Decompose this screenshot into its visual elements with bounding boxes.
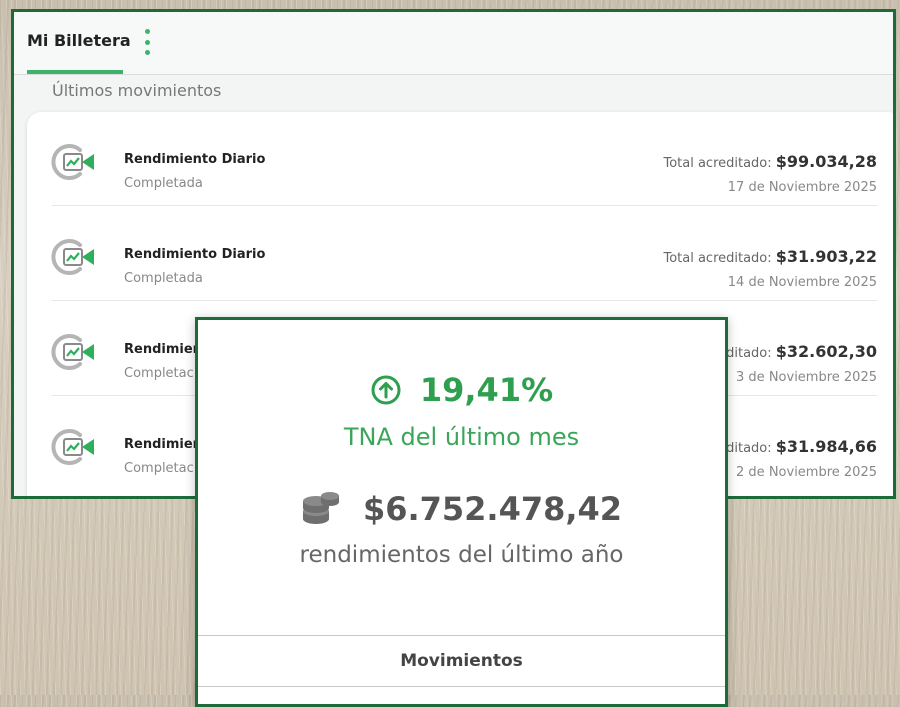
- yield-chart-icon: [51, 334, 94, 370]
- amount-value: $99.034,28: [775, 152, 877, 171]
- movement-name: Rendimien: [124, 342, 202, 357]
- yield-chart-icon: [51, 239, 94, 275]
- movement-name: Rendimien: [124, 437, 202, 452]
- movement-name: Rendimiento Diario: [124, 247, 266, 262]
- amount-label: Total acreditado:: [663, 251, 776, 266]
- yield-amount-row: $6.752.478,42: [198, 488, 725, 530]
- amount-value: $31.903,22: [775, 247, 877, 266]
- yield-chart-icon: [51, 144, 94, 180]
- yield-chart-icon: [51, 429, 94, 465]
- more-options-icon[interactable]: [142, 29, 152, 55]
- tab-mi-billetera[interactable]: Mi Billetera: [27, 31, 131, 50]
- coins-stack-icon: [302, 492, 339, 524]
- amount-label: ditado:: [726, 441, 776, 456]
- amount-label: Total acreditado:: [663, 156, 776, 171]
- section-title: Últimos movimientos: [52, 81, 222, 100]
- amount-value: $31.984,66: [775, 437, 877, 456]
- amount-label: ditado:: [726, 346, 776, 361]
- amount-value: $32.602,30: [775, 342, 877, 361]
- divider: [52, 205, 877, 206]
- tna-value: 19,41%: [419, 371, 554, 409]
- wallet-header: Mi Billetera: [14, 12, 893, 75]
- movement-amount: Total acreditado: $99.034,28: [663, 152, 877, 171]
- movement-amount: Total acreditado: $31.903,22: [663, 247, 877, 266]
- tna-row: 19,41%: [198, 370, 725, 410]
- movement-date: 2 de Noviembre 2025: [736, 465, 877, 480]
- yield-label: rendimientos del último año: [299, 542, 624, 568]
- list-item[interactable]: Rendimiento Diario Completada Total acre…: [27, 207, 877, 301]
- list-item[interactable]: Rendimiento Diario Completada Total acre…: [27, 112, 877, 206]
- movement-date: 14 de Noviembre 2025: [727, 275, 877, 290]
- movement-date: 17 de Noviembre 2025: [727, 180, 877, 195]
- movement-date: 3 de Noviembre 2025: [736, 370, 877, 385]
- movement-status: Completada: [124, 271, 203, 286]
- movement-status: Completada: [124, 176, 203, 191]
- movimientos-button[interactable]: Movimientos: [198, 635, 725, 687]
- movement-amount: ditado: $31.984,66: [726, 437, 877, 456]
- movement-name: Rendimiento Diario: [124, 152, 266, 167]
- yield-summary-card: 19,41% TNA del último mes $6.752.478,42 …: [195, 317, 728, 707]
- movement-status: Completac: [124, 461, 194, 476]
- divider: [52, 300, 877, 301]
- yield-amount: $6.752.478,42: [362, 490, 623, 528]
- movement-amount: ditado: $32.602,30: [726, 342, 877, 361]
- arrow-up-circle-icon: [371, 375, 401, 405]
- active-tab-indicator: [27, 70, 123, 74]
- movement-status: Completac: [124, 366, 194, 381]
- tna-label: TNA del último mes: [343, 423, 580, 451]
